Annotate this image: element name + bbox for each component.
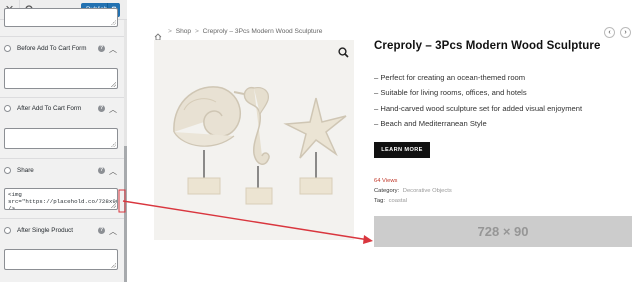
sculpture-illustration: [173, 86, 347, 205]
help-icon[interactable]: ?: [98, 105, 105, 112]
section-radio[interactable]: [4, 105, 11, 112]
category-link[interactable]: Decorative Objects: [403, 188, 452, 194]
section-after-add-to-cart[interactable]: After Add To Cart Form ? ︿: [0, 102, 124, 118]
description-item: – Beach and Mediterranean Style: [374, 118, 487, 128]
after-add-to-cart-textarea[interactable]: [4, 128, 118, 149]
ad-placeholder-image: 728 × 90: [374, 216, 632, 247]
section-radio[interactable]: [4, 167, 11, 174]
description-item: – Suitable for living rooms, offices, an…: [374, 88, 527, 98]
section-before-add-to-cart[interactable]: Before Add To Cart Form ? ︿: [0, 42, 124, 58]
breadcrumb-separator: >: [194, 28, 199, 35]
category-label: Category:: [374, 188, 400, 194]
product-title: Creproly – 3Pcs Modern Wood Sculpture: [374, 40, 601, 52]
chevron-up-icon[interactable]: ︿: [109, 226, 117, 237]
chevron-up-icon[interactable]: ︿: [109, 166, 117, 177]
section-label: After Single Product: [17, 227, 74, 234]
share-code-text: <img src="https://placehold.co/728x90" /…: [8, 191, 118, 210]
breadcrumb-current: Creproly – 3Pcs Modern Wood Sculpture: [202, 28, 323, 35]
description-item: – Perfect for creating an ocean-themed r…: [374, 73, 526, 82]
resize-handle[interactable]: [111, 82, 116, 87]
breadcrumb-shop[interactable]: Shop: [176, 28, 191, 35]
after-single-product-textarea[interactable]: [4, 249, 118, 270]
product-image[interactable]: [154, 40, 354, 240]
section-label: Before Add To Cart Form: [17, 45, 87, 52]
code-textarea-top[interactable]: [4, 8, 118, 27]
product-category: Category: Decorative Objects: [374, 188, 452, 194]
section-radio[interactable]: [4, 227, 11, 234]
next-product-button[interactable]: ›: [620, 27, 631, 38]
divider: [0, 36, 124, 37]
divider: [0, 218, 124, 219]
description-item: – Hand-carved wood sculpture set for add…: [374, 103, 583, 113]
view-count: 64 Views: [374, 178, 398, 184]
resize-handle[interactable]: [111, 20, 116, 25]
resize-handle[interactable]: [111, 203, 116, 208]
share-textarea[interactable]: <img src="https://placehold.co/728x90" /…: [4, 188, 118, 210]
resize-handle[interactable]: [111, 142, 116, 147]
tag-link[interactable]: coastal: [389, 198, 407, 204]
before-add-to-cart-textarea[interactable]: [4, 68, 118, 89]
section-after-single-product[interactable]: After Single Product ? ︿: [0, 224, 124, 240]
prev-product-button[interactable]: ‹: [604, 27, 615, 38]
divider: [0, 97, 124, 98]
breadcrumb-separator: >: [168, 28, 172, 35]
divider: [0, 158, 124, 159]
help-icon[interactable]: ?: [98, 167, 105, 174]
tag-label: Tag:: [374, 198, 385, 204]
chevron-up-icon[interactable]: ︿: [109, 44, 117, 55]
shell-sculpture: [173, 86, 241, 195]
section-share[interactable]: Share ? ︿: [0, 164, 124, 180]
section-label: After Add To Cart Form: [17, 105, 82, 112]
customizer-panel: ✕ Publish ⚙ Before Add To Cart Form ? ︿ …: [0, 0, 127, 282]
help-icon[interactable]: ?: [98, 227, 105, 234]
magnifier-icon[interactable]: [338, 45, 349, 63]
section-label: Share: [17, 167, 34, 174]
resize-handle[interactable]: [111, 263, 116, 268]
scrollbar-thumb[interactable]: [124, 146, 127, 282]
learn-more-button[interactable]: LEARN MORE: [374, 142, 430, 158]
section-radio[interactable]: [4, 45, 11, 52]
chevron-up-icon[interactable]: ︿: [109, 104, 117, 115]
product-tags: Tag: coastal: [374, 198, 407, 204]
help-icon[interactable]: ?: [98, 45, 105, 52]
product-description: – Perfect for creating an ocean-themed r…: [374, 73, 582, 134]
breadcrumb: > Shop > Creproly – 3Pcs Modern Wood Scu…: [166, 28, 322, 35]
starfish-sculpture: [283, 97, 347, 195]
